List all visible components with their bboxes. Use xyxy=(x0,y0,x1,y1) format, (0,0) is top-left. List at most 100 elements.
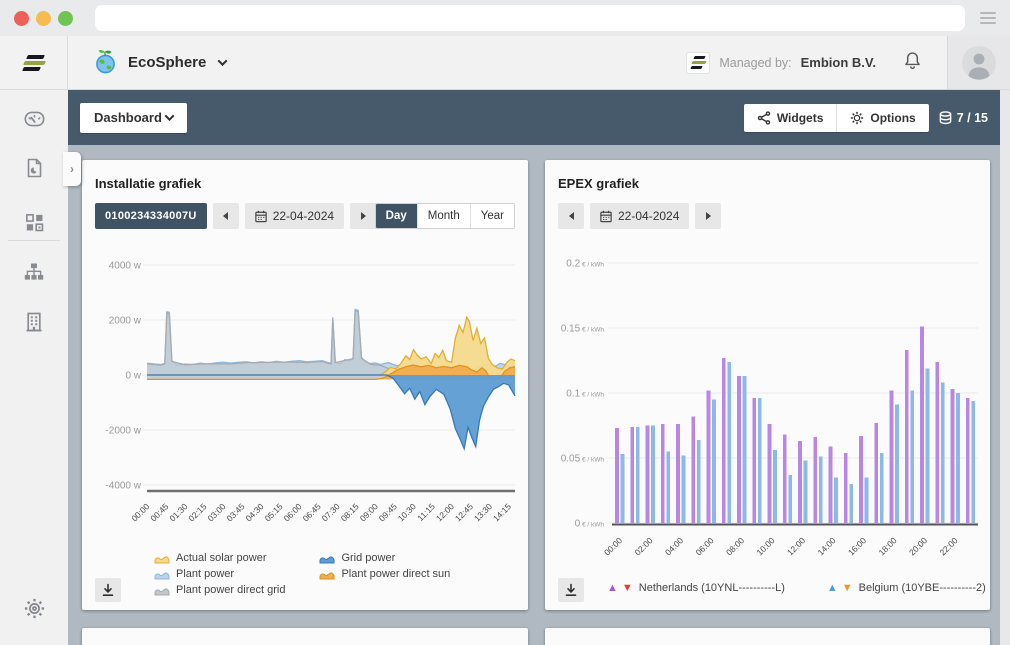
next-date-button[interactable] xyxy=(695,203,721,229)
svg-text:03:45: 03:45 xyxy=(224,501,246,523)
svg-text:06:00: 06:00 xyxy=(282,501,304,523)
workspace-selector[interactable]: EcoSphere xyxy=(68,49,226,76)
svg-text:00:00: 00:00 xyxy=(129,501,151,523)
legend-item[interactable]: Plant power direct sun xyxy=(319,568,450,580)
sidebar-item-plants[interactable] xyxy=(0,254,68,290)
svg-text:01:30: 01:30 xyxy=(167,501,189,523)
gear-icon xyxy=(850,111,864,125)
range-toggle: Day Month Year xyxy=(375,203,515,229)
widget-grid-icon xyxy=(23,211,46,234)
svg-text:16:00: 16:00 xyxy=(846,535,868,557)
notifications-bell-icon[interactable] xyxy=(902,49,923,77)
svg-text:0.05 € / kWh: 0.05 € / kWh xyxy=(561,454,605,465)
epex-card-title: EPEX grafiek xyxy=(558,176,639,191)
svg-text:12:00: 12:00 xyxy=(785,535,807,557)
legend-item[interactable]: Plant power direct grid xyxy=(154,584,285,596)
widget-counter[interactable]: 7 / 15 xyxy=(939,111,988,125)
embion-logo xyxy=(0,36,68,89)
svg-text:2000 w: 2000 w xyxy=(109,316,142,327)
svg-text:05:15: 05:15 xyxy=(263,501,285,523)
arrow-left-icon xyxy=(223,212,228,220)
legend-item[interactable]: Grid power xyxy=(319,552,450,564)
range-month-button[interactable]: Month xyxy=(417,204,470,228)
svg-text:03:00: 03:00 xyxy=(205,501,227,523)
installatie-legend: Actual solar power Plant power Plant pow… xyxy=(154,552,450,596)
browser-chrome xyxy=(0,0,1010,36)
download-chart-button[interactable] xyxy=(558,578,584,602)
svg-text:13:30: 13:30 xyxy=(472,501,494,523)
svg-text:07:30: 07:30 xyxy=(320,501,342,523)
svg-text:18:00: 18:00 xyxy=(876,535,898,557)
report-document-icon xyxy=(22,156,46,180)
svg-text:02:00: 02:00 xyxy=(632,535,654,557)
legend-item[interactable]: ▲▼ Netherlands (10YNL----------L) xyxy=(607,582,785,594)
sidebar-item-reports[interactable] xyxy=(0,150,68,186)
svg-text:0 w: 0 w xyxy=(125,371,141,382)
sidebar-item-widgets[interactable] xyxy=(0,204,68,240)
legend-label: Grid power xyxy=(341,552,395,564)
download-icon xyxy=(564,583,578,597)
share-nodes-icon xyxy=(757,111,771,125)
svg-text:09:00: 09:00 xyxy=(358,501,380,523)
sidebar-divider xyxy=(8,240,60,241)
prev-date-button[interactable] xyxy=(213,203,239,229)
browser-menu-icon[interactable] xyxy=(980,12,996,24)
options-button-label: Options xyxy=(870,111,915,125)
legend-item[interactable]: Actual solar power xyxy=(154,552,285,564)
legend-label: Plant power direct grid xyxy=(176,584,285,596)
download-chart-button[interactable] xyxy=(95,578,121,602)
triangle-down-icon: ▼ xyxy=(622,583,633,594)
url-bar[interactable] xyxy=(95,5,965,31)
svg-text:11:15: 11:15 xyxy=(415,501,437,523)
svg-text:06:00: 06:00 xyxy=(693,535,715,557)
calendar-icon xyxy=(600,210,612,223)
layers-stack-icon xyxy=(939,111,952,125)
area-series-icon xyxy=(154,569,170,580)
window-minimize-button[interactable] xyxy=(36,11,51,26)
date-picker-button[interactable]: 22-04-2024 xyxy=(590,203,689,229)
epex-chart: 0.2 € / kWh0.15 € / kWh0.1 € / kWh0.05 €… xyxy=(550,245,983,560)
window-zoom-button[interactable] xyxy=(58,11,73,26)
legend-label: Plant power direct sun xyxy=(341,568,450,580)
svg-text:20:00: 20:00 xyxy=(907,535,929,557)
installation-serial-button[interactable]: 0100234334007U xyxy=(95,203,207,229)
brand-name: EcoSphere xyxy=(128,54,206,71)
window-close-button[interactable] xyxy=(14,11,29,26)
dashboard-selector[interactable]: Dashboard xyxy=(80,103,187,133)
installatie-chart: 4000 w2000 w0 w-2000 w-4000 w00:0000:450… xyxy=(87,245,520,547)
svg-text:14:15: 14:15 xyxy=(491,501,513,523)
user-avatar[interactable] xyxy=(947,36,1010,89)
sidebar-item-buildings[interactable] xyxy=(0,304,68,340)
next-date-button[interactable] xyxy=(350,203,376,229)
svg-text:-4000 w: -4000 w xyxy=(105,481,141,492)
svg-text:09:45: 09:45 xyxy=(377,501,399,523)
svg-text:04:00: 04:00 xyxy=(663,535,685,557)
svg-text:02:15: 02:15 xyxy=(186,501,208,523)
range-day-button[interactable]: Day xyxy=(376,204,417,228)
legend-item[interactable]: ▲▼ Belgium (10YBE----------2) xyxy=(827,582,986,594)
partial-card-right xyxy=(545,628,990,645)
chevron-down-icon xyxy=(164,111,174,121)
prev-date-button[interactable] xyxy=(558,203,584,229)
arrow-right-icon xyxy=(706,212,711,220)
sitemap-icon xyxy=(22,260,46,284)
partial-card-left xyxy=(82,628,528,645)
options-button[interactable]: Options xyxy=(836,104,928,132)
legend-label: Netherlands (10YNL----------L) xyxy=(639,582,785,594)
svg-text:0.1 € / kWh: 0.1 € / kWh xyxy=(566,389,604,400)
epex-legend: ▲▼ Netherlands (10YNL----------L) ▲▼ Bel… xyxy=(607,582,986,594)
date-picker-button[interactable]: 22-04-2024 xyxy=(245,203,344,229)
sidebar-expander-tab[interactable]: › xyxy=(63,152,81,186)
sidebar-item-dashboard[interactable] xyxy=(0,100,68,136)
gauge-icon xyxy=(22,106,47,131)
sidebar-item-settings[interactable] xyxy=(0,590,68,626)
widgets-button[interactable]: Widgets xyxy=(744,104,837,132)
svg-text:04:30: 04:30 xyxy=(244,501,266,523)
widgets-button-label: Widgets xyxy=(777,111,824,125)
svg-text:00:45: 00:45 xyxy=(148,501,170,523)
range-year-button[interactable]: Year xyxy=(470,204,514,228)
legend-item[interactable]: Plant power xyxy=(154,568,285,580)
triangle-up-icon: ▲ xyxy=(827,583,838,594)
legend-label: Belgium (10YBE----------2) xyxy=(859,582,986,594)
svg-text:22:00: 22:00 xyxy=(937,535,959,557)
